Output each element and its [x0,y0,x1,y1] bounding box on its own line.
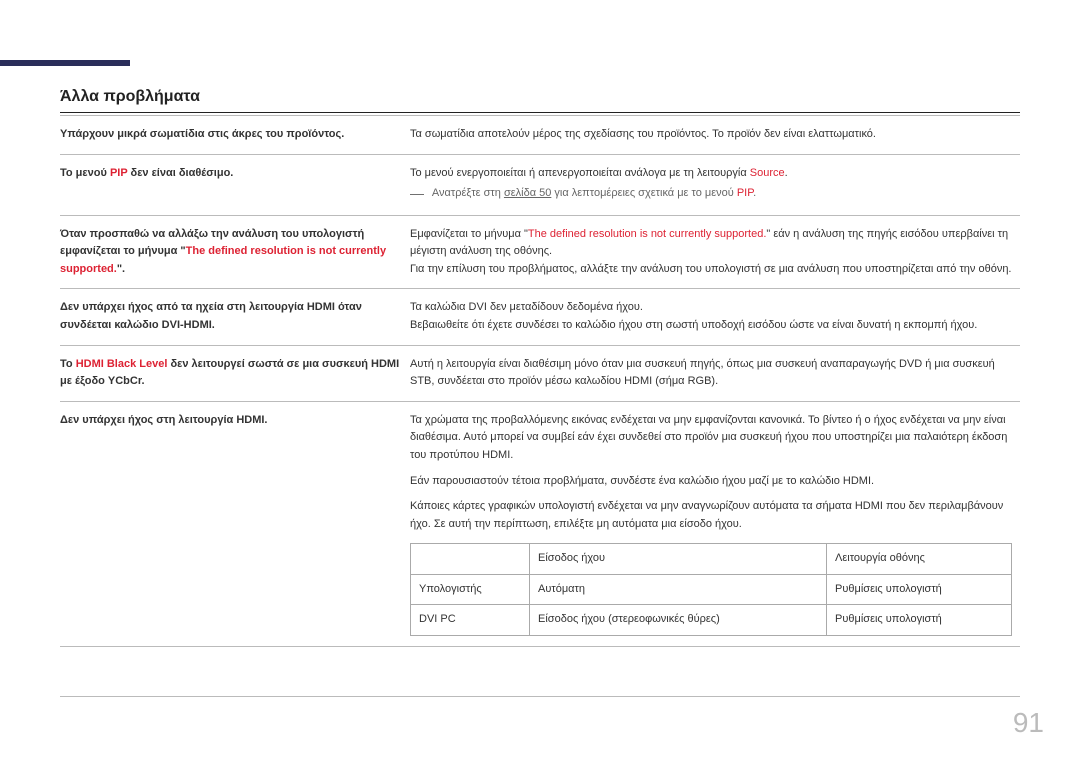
text: Τα καλώδια DVI δεν μεταδίδουν δεδομένα ή… [410,301,643,313]
text: HDMI Black Level [76,358,168,370]
text: Βεβαιωθείτε ότι έχετε συνδέσει το καλώδι… [410,319,977,331]
text: Τα χρώματα της προβαλλόμενης εικόνας ενδ… [410,414,1007,461]
problem-cell: Το HDMI Black Level δεν λειτουργεί σωστά… [60,345,410,401]
text: Εάν παρουσιαστούν τέτοια προβλήματα, συν… [410,475,874,487]
text: . [753,187,756,199]
table-row: Όταν προσπαθώ να αλλάξω την ανάλυση του … [60,215,1020,289]
table-row: Δεν υπάρχει ήχος στη λειτουργία HDMI. Τα … [60,401,1020,646]
text: δεν είναι διαθέσιμο. [127,167,233,179]
solution-cell: Τα καλώδια DVI δεν μεταδίδουν δεδομένα ή… [410,289,1020,345]
page-number: 91 [1013,707,1044,739]
text: Το μενού [60,167,110,179]
solution-cell: Αυτή η λειτουργία είναι διαθέσιμη μόνο ό… [410,345,1020,401]
solution-cell: Τα χρώματα της προβαλλόμενης εικόνας ενδ… [410,401,1020,646]
table-row: Το HDMI Black Level δεν λειτουργεί σωστά… [60,345,1020,401]
inner-cell: Ρυθμίσεις υπολογιστή [827,574,1012,605]
text: Δεν υπάρχει ήχος στη λειτουργία HDMI. [60,414,268,426]
inner-table: Είσοδος ήχουΛειτουργία οθόνης Υπολογιστής… [410,543,1012,636]
text: Εμφανίζεται το μήνυμα " [410,228,528,240]
text: Source [750,167,785,179]
header-accent [0,60,130,66]
text: Ανατρέξτε στη [432,187,504,199]
text: Τα σωματίδια αποτελούν μέρος της σχεδίασ… [410,128,876,140]
solution-cell: Εμφανίζεται το μήνυμα "The defined resol… [410,215,1020,289]
text: Δεν υπάρχει ήχος από τα ηχεία στη λειτου… [60,301,362,331]
text: The defined resolution is not currently … [528,228,766,240]
text: ". [117,263,125,275]
text: . [785,167,788,179]
inner-header-cell: Λειτουργία οθόνης [827,544,1012,575]
inner-cell: Ρυθμίσεις υπολογιστή [827,605,1012,636]
text: Υπάρχουν μικρά σωματίδια στις άκρες του … [60,128,344,140]
text: Για την επίλυση του προβλήματος, αλλάξτε… [410,263,1012,275]
problem-cell: Το μενού PIP δεν είναι διαθέσιμο. [60,154,410,215]
text: Αυτή η λειτουργία είναι διαθέσιμη μόνο ό… [410,358,995,388]
table-row: Δεν υπάρχει ήχος από τα ηχεία στη λειτου… [60,289,1020,345]
solution-cell: Το μενού ενεργοποιείται ή απενεργοποιείτ… [410,154,1020,215]
page-title: Άλλα προβλήματα [60,88,1020,106]
problem-cell: Όταν προσπαθώ να αλλάξω την ανάλυση του … [60,215,410,289]
content-area: Άλλα προβλήματα Υπάρχουν μικρά σωματίδια… [60,88,1020,647]
footer-rule [60,696,1020,697]
text: για λεπτομέρειες σχετικά με το μενού [551,187,736,199]
title-rule [60,112,1020,113]
page-link[interactable]: σελίδα 50 [504,187,551,199]
inner-cell: DVI PC [411,605,530,636]
inner-cell: Είσοδος ήχου (στερεοφωνικές θύρες) [530,605,827,636]
solution-cell: Τα σωματίδια αποτελούν μέρος της σχεδίασ… [410,116,1020,155]
inner-cell: Υπολογιστής [411,574,530,605]
problem-cell: Δεν υπάρχει ήχος στη λειτουργία HDMI. [60,401,410,646]
inner-cell: Αυτόματη [530,574,827,605]
text: PIP [110,167,128,179]
text: Κάποιες κάρτες γραφικών υπολογιστή ενδέχ… [410,500,1003,530]
troubleshooting-table: Υπάρχουν μικρά σωματίδια στις άκρες του … [60,115,1020,647]
table-row: Υπάρχουν μικρά σωματίδια στις άκρες του … [60,116,1020,155]
text: Το μενού ενεργοποιείται ή απενεργοποιείτ… [410,167,750,179]
text: Το [60,358,76,370]
inner-header-cell [411,544,530,575]
table-row: Το μενού PIP δεν είναι διαθέσιμο.Το μενο… [60,154,1020,215]
text: PIP [737,187,753,199]
inner-header-cell: Είσοδος ήχου [530,544,827,575]
problem-cell: Δεν υπάρχει ήχος από τα ηχεία στη λειτου… [60,289,410,345]
problem-cell: Υπάρχουν μικρά σωματίδια στις άκρες του … [60,116,410,155]
text: ― [410,185,428,201]
